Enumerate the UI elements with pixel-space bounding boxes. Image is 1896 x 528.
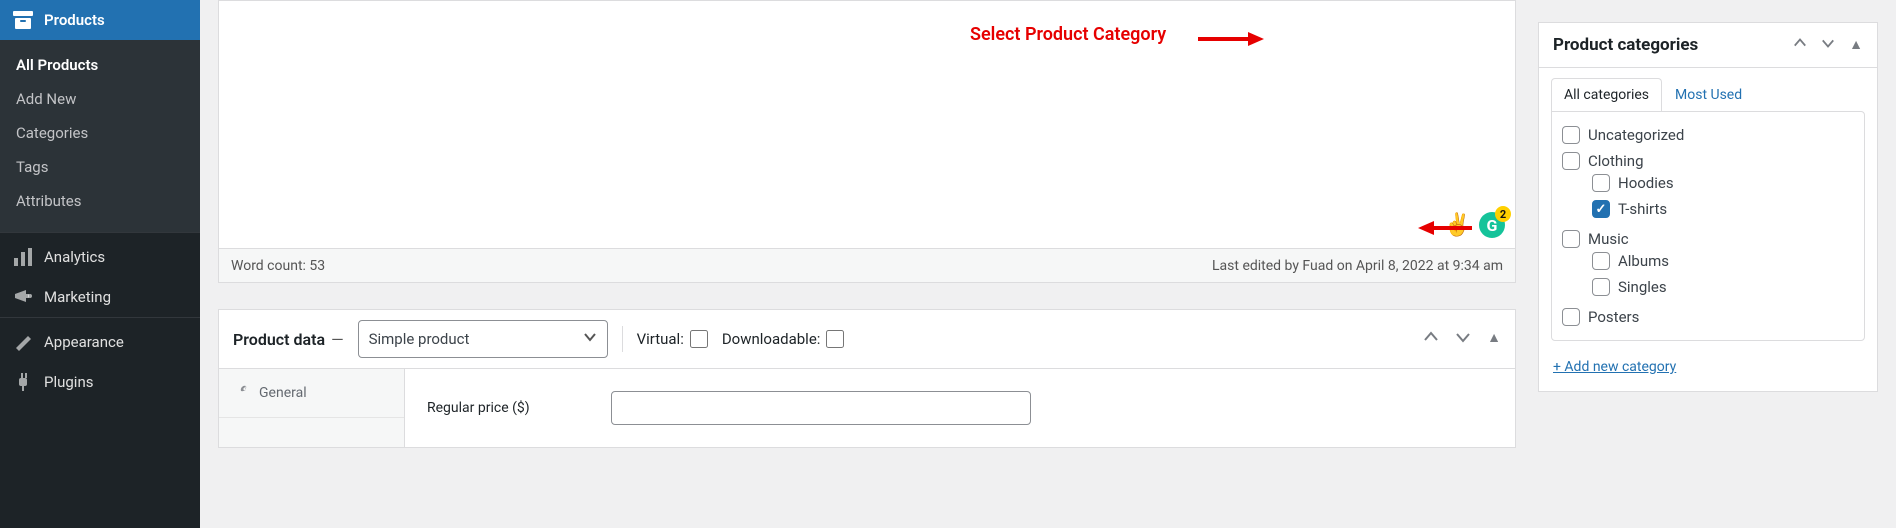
submenu-categories[interactable]: Categories <box>0 116 200 150</box>
product-categories-panel: Product categories ▲ All categories Most… <box>1538 22 1878 392</box>
panel-toggle-icon[interactable]: ▲ <box>1487 329 1501 349</box>
category-label: Music <box>1588 230 1629 248</box>
panel-toggle-icon[interactable]: ▲ <box>1849 36 1863 54</box>
category-checkbox-label[interactable]: Music <box>1562 230 1856 248</box>
categories-title: Product categories <box>1553 35 1698 55</box>
category-checkbox-label[interactable]: Posters <box>1562 308 1856 326</box>
sidebar-item-label: Products <box>44 11 105 29</box>
divider <box>622 326 623 352</box>
category-label: Clothing <box>1588 152 1644 170</box>
category-label: Uncategorized <box>1588 126 1684 144</box>
brush-icon <box>12 332 34 352</box>
chart-bar-icon <box>12 247 34 267</box>
downloadable-option: Downloadable: <box>722 330 845 348</box>
tab-all-categories[interactable]: All categories <box>1551 78 1662 112</box>
sidebar-item-appearance[interactable]: Appearance <box>0 322 200 362</box>
submenu-all-products[interactable]: All Products <box>0 48 200 82</box>
category-label: Albums <box>1618 252 1669 270</box>
product-data-panel: Product data — Simple product Virtual: <box>218 309 1516 448</box>
category-checkbox-label[interactable]: ✓ T-shirts <box>1592 200 1856 218</box>
panel-move-down-icon[interactable] <box>1821 36 1835 54</box>
category-item: Uncategorized <box>1556 122 1856 148</box>
panel-move-down-icon[interactable] <box>1455 329 1471 349</box>
sidebar-submenu: All Products Add New Categories Tags Att… <box>0 40 200 232</box>
checkbox[interactable] <box>1562 230 1580 248</box>
sidebar-item-analytics[interactable]: Analytics <box>0 237 200 277</box>
product-data-tabs: General <box>219 369 405 447</box>
sidebar-item-label: Marketing <box>44 288 111 306</box>
panel-move-up-icon[interactable] <box>1423 329 1439 349</box>
product-type-value: Simple product <box>369 330 470 348</box>
tab-general[interactable]: General <box>219 369 404 418</box>
add-new-category-link[interactable]: + Add new category <box>1553 359 1676 375</box>
editor-status-bar: Word count: 53 Last edited by Fuad on Ap… <box>219 248 1515 282</box>
category-checkbox-label[interactable]: Singles <box>1592 278 1856 296</box>
downloadable-checkbox[interactable] <box>826 330 844 348</box>
category-item: Albums <box>1586 248 1856 274</box>
wrench-icon <box>233 383 249 403</box>
submenu-attributes[interactable]: Attributes <box>0 184 200 218</box>
last-edited: Last edited by Fuad on April 8, 2022 at … <box>1212 258 1503 274</box>
regular-price-input[interactable] <box>611 391 1031 425</box>
checkbox[interactable] <box>1562 152 1580 170</box>
annotation-arrow-icon <box>1198 30 1264 48</box>
category-checkbox-label[interactable]: Hoodies <box>1592 174 1856 192</box>
sidebar-item-label: Appearance <box>44 333 124 351</box>
category-label: T-shirts <box>1618 200 1667 218</box>
virtual-option: Virtual: <box>637 330 708 348</box>
checkbox[interactable]: ✓ <box>1592 200 1610 218</box>
category-checkbox-label[interactable]: Clothing <box>1562 152 1856 170</box>
category-scroll[interactable]: Uncategorized Clothing Hoodies ✓ T-shirts Mus… <box>1552 112 1864 340</box>
plug-icon <box>12 372 34 392</box>
checkbox[interactable] <box>1562 126 1580 144</box>
grammarly-badge: 2 <box>1495 206 1511 222</box>
product-data-title: Product data — <box>233 330 344 349</box>
panel-move-up-icon[interactable] <box>1793 36 1807 54</box>
sidebar-item-label: Analytics <box>44 248 105 266</box>
editor-box[interactable]: ✌️ G 2 Word count: 53 Last edited by Fua… <box>218 0 1516 283</box>
sidebar-item-label: Plugins <box>44 373 93 391</box>
category-checkbox-label[interactable]: Uncategorized <box>1562 126 1856 144</box>
megaphone-icon <box>12 287 34 307</box>
annotation-label: Select Product Category <box>970 24 1166 45</box>
grammarly-icon[interactable]: G 2 <box>1479 212 1505 238</box>
chevron-down-icon <box>583 330 597 348</box>
category-label: Posters <box>1588 308 1639 326</box>
archive-icon <box>12 10 34 30</box>
submenu-add-new[interactable]: Add New <box>0 82 200 116</box>
tab-most-used[interactable]: Most Used <box>1662 78 1755 112</box>
category-label: Hoodies <box>1618 174 1674 192</box>
category-label: Singles <box>1618 278 1667 296</box>
sidebar-item-marketing[interactable]: Marketing <box>0 277 200 317</box>
category-item: ✓ T-shirts <box>1586 196 1856 222</box>
sidebar-item-plugins[interactable]: Plugins <box>0 362 200 402</box>
checkbox[interactable] <box>1592 278 1610 296</box>
annotation-arrow-icon <box>1418 220 1472 240</box>
category-item: Singles <box>1586 274 1856 300</box>
category-item: Music Albums Singles <box>1556 226 1856 304</box>
category-item: Hoodies <box>1586 170 1856 196</box>
submenu-tags[interactable]: Tags <box>0 150 200 184</box>
word-count: Word count: 53 <box>231 258 325 274</box>
virtual-checkbox[interactable] <box>690 330 708 348</box>
admin-sidebar: Products All Products Add New Categories… <box>0 0 200 528</box>
checkbox[interactable] <box>1592 174 1610 192</box>
category-tabs: All categories Most Used <box>1539 68 1877 112</box>
checkbox[interactable] <box>1592 252 1610 270</box>
sidebar-item-products[interactable]: Products <box>0 0 200 40</box>
regular-price-label: Regular price ($) <box>427 400 597 416</box>
category-checkbox-label[interactable]: Albums <box>1592 252 1856 270</box>
category-item: Posters <box>1556 304 1856 330</box>
checkbox[interactable] <box>1562 308 1580 326</box>
category-item: Clothing Hoodies ✓ T-shirts <box>1556 148 1856 226</box>
product-type-select[interactable]: Simple product <box>358 320 608 358</box>
